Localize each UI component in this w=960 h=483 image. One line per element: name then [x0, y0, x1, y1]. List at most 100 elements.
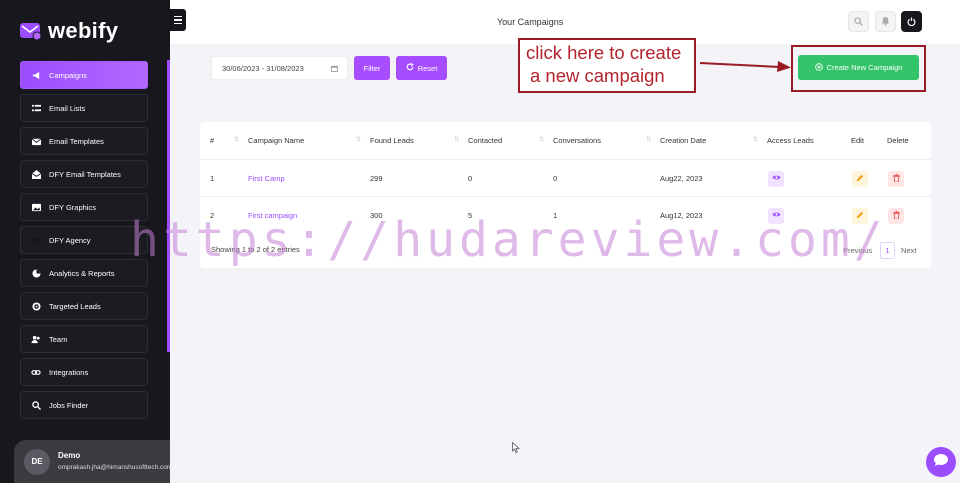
view-leads-button[interactable] [768, 170, 784, 187]
sidebar-item-dfy-agency[interactable]: DFY Agency [20, 226, 148, 254]
page-title: Your Campaigns [497, 17, 564, 27]
megaphone-icon [31, 70, 41, 80]
user-name: Demo [58, 451, 81, 460]
users-icon [31, 334, 41, 344]
eye-icon [771, 211, 781, 220]
access-leads-cell [768, 160, 784, 197]
sidebar-item-targeted-leads[interactable]: Targeted Leads [20, 292, 148, 320]
header-contacted[interactable]: Contacted [468, 122, 502, 159]
app-logo[interactable]: webify [20, 18, 118, 44]
sidebar-item-label: Campaigns [49, 70, 87, 80]
sort-icon: ⇅ [234, 137, 240, 143]
table-row: 2 First campaign 300 5 1 Aug12, 2023 [200, 196, 931, 233]
table-header-row: # ⇅ Campaign Name ⇅ Found Leads ⇅ Contac… [200, 122, 931, 159]
header-conversations[interactable]: Conversations [553, 122, 601, 159]
campaign-name-link[interactable]: First Camp [248, 160, 285, 197]
sidebar-item-label: DFY Email Templates [49, 169, 121, 179]
sidebar-item-analytics-reports[interactable]: Analytics & Reports [20, 259, 148, 287]
table-info: Showing 1 to 2 of 2 entries [211, 245, 300, 254]
sort-icon: ⇅ [753, 137, 759, 143]
user-profile[interactable]: DE Demo omprakash.jha@himanshusofttech.c… [14, 440, 172, 483]
search-icon [31, 400, 41, 410]
eye-icon [771, 174, 781, 183]
sidebar-item-email-templates[interactable]: Email Templates [20, 127, 148, 155]
sidebar-item-integrations[interactable]: Integrations [20, 358, 148, 386]
link-icon [31, 367, 41, 377]
envelope-icon [31, 136, 41, 146]
annotation-line-1: click here to create [526, 42, 682, 63]
sidebar-scroll-indicator [167, 60, 170, 352]
date-range-input[interactable]: 30/06/2023 - 31/08/2023 [211, 56, 348, 80]
pagination-next[interactable]: Next [901, 242, 916, 259]
reset-button[interactable]: Reset [396, 56, 447, 80]
sidebar-item-label: Integrations [49, 367, 89, 377]
sidebar-item-team[interactable]: Team [20, 325, 148, 353]
search-button[interactable] [848, 11, 869, 32]
delete-cell [888, 160, 904, 197]
user-info: Demo omprakash.jha@himanshusofttech.com [58, 451, 176, 472]
date-range-value: 30/06/2023 - 31/08/2023 [222, 63, 304, 73]
pencil-icon [856, 174, 864, 184]
creation-date-value: Aug22, 2023 [660, 174, 703, 183]
annotation-arrow-icon [700, 61, 791, 72]
chat-support-button[interactable] [926, 447, 956, 477]
header-found-leads[interactable]: Found Leads [370, 122, 414, 159]
trash-icon [892, 173, 900, 184]
header-campaign-name[interactable]: Campaign Name [248, 122, 304, 159]
sidebar-item-jobs-finder[interactable]: Jobs Finder [20, 391, 148, 419]
sidebar-item-label: Targeted Leads [49, 301, 101, 311]
header-index[interactable]: # [210, 122, 214, 159]
conversations-value: 1 [553, 211, 558, 220]
header-access-leads: Access Leads [767, 136, 814, 145]
campaign-name-link[interactable]: First campaign [248, 197, 297, 234]
annotation-line-2: a new campaign [530, 65, 665, 86]
delete-cell [888, 197, 904, 234]
annotation-callout: click here to create a new campaign [518, 38, 696, 93]
sidebar-item-dfy-graphics[interactable]: DFY Graphics [20, 193, 148, 221]
conversations-value: 0 [553, 174, 558, 183]
delete-button[interactable] [888, 207, 904, 224]
sidebar-item-label: Team [49, 334, 68, 344]
hamburger-icon [174, 22, 182, 24]
image-icon [31, 202, 41, 212]
menu-toggle-button[interactable] [170, 9, 186, 31]
header-creation-date[interactable]: Creation Date [660, 122, 706, 159]
sidebar-nav: Campaigns Email Lists Email Templates DF… [20, 61, 148, 424]
calendar-icon [331, 65, 338, 74]
power-button[interactable] [901, 11, 922, 32]
sort-icon: ⇅ [646, 137, 652, 143]
sidebar-item-label: Analytics & Reports [49, 268, 115, 278]
access-leads-cell [768, 197, 784, 234]
header-edit: Edit [851, 136, 864, 145]
user-email: omprakash.jha@himanshusofttech.com [58, 464, 173, 471]
edit-button[interactable] [852, 170, 868, 187]
contacted-value: 0 [468, 174, 473, 183]
bell-icon [881, 13, 890, 31]
sidebar-item-email-lists[interactable]: Email Lists [20, 94, 148, 122]
table-row: 1 First Camp 299 0 0 Aug22, 2023 [200, 159, 931, 196]
delete-button[interactable] [888, 170, 904, 187]
sidebar-item-campaigns[interactable]: Campaigns [20, 61, 148, 89]
mouse-cursor-icon [512, 442, 520, 453]
notifications-button[interactable] [875, 11, 896, 32]
list-icon [31, 103, 41, 113]
row-index: 2 [210, 211, 215, 220]
filter-button[interactable]: Filter [354, 56, 390, 80]
sort-icon: ⇅ [539, 137, 545, 143]
power-icon [907, 13, 916, 31]
sidebar-item-dfy-email-templates[interactable]: DFY Email Templates [20, 160, 148, 188]
view-leads-button[interactable] [768, 207, 784, 224]
create-button-label: Create New Campaign [826, 63, 903, 72]
edit-button[interactable] [852, 207, 868, 224]
edit-cell [852, 160, 868, 197]
plus-circle-icon [814, 62, 823, 73]
chat-bubble-icon [933, 453, 949, 472]
target-icon [31, 301, 41, 311]
trash-icon [892, 210, 900, 221]
sidebar-item-label: DFY Graphics [49, 202, 96, 212]
envelope-open-icon [31, 169, 41, 179]
create-new-campaign-button[interactable]: Create New Campaign [798, 55, 919, 80]
pagination-previous[interactable]: Previous [843, 242, 872, 259]
row-index: 1 [210, 174, 215, 183]
pagination-page-1[interactable]: 1 [880, 242, 895, 259]
